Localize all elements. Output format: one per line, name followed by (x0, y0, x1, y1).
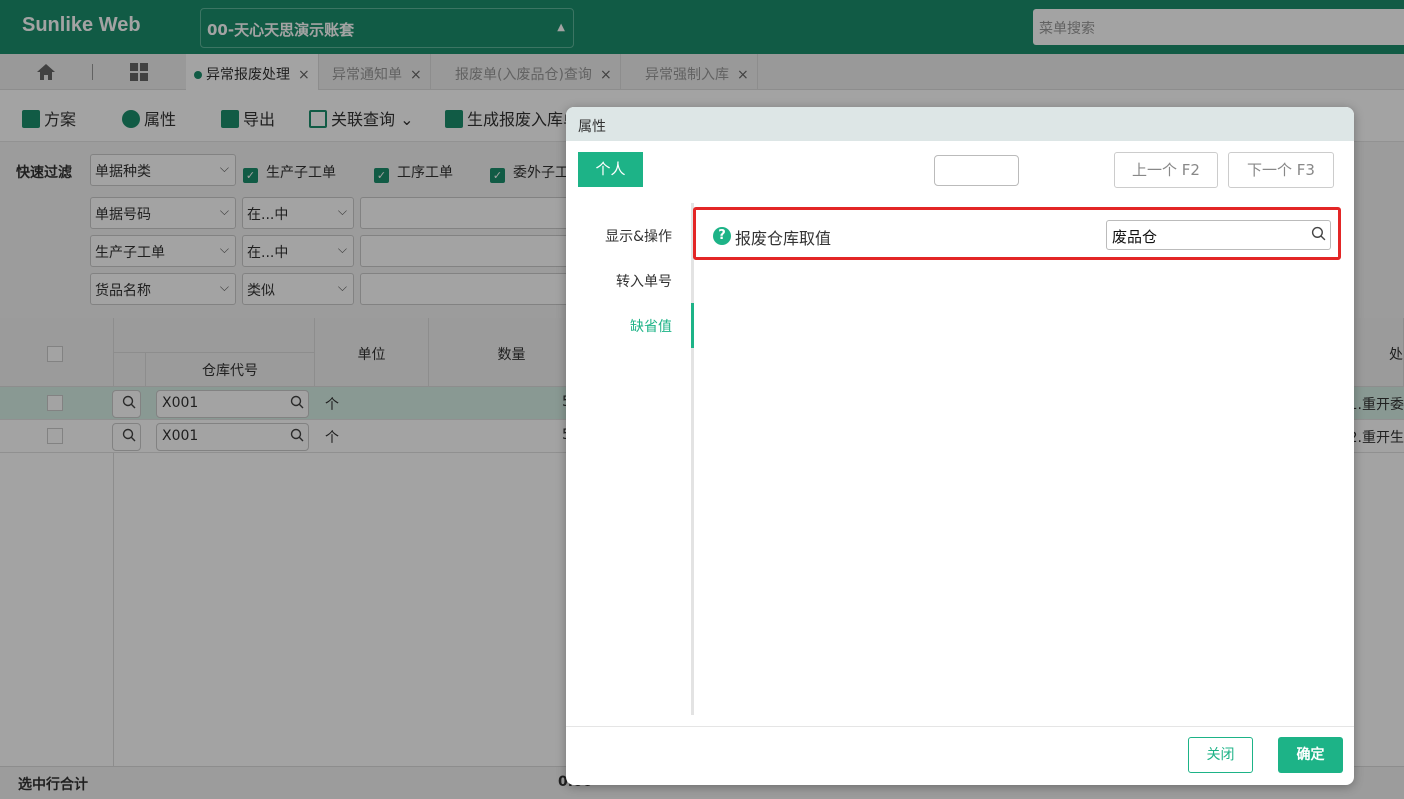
dialog-search-input[interactable] (934, 155, 1019, 186)
personal-button[interactable]: 个人 (578, 152, 643, 187)
help-icon[interactable]: ? (713, 227, 731, 245)
side-divider (691, 203, 694, 715)
side-item-default-value[interactable]: 缺省值 (630, 316, 672, 336)
confirm-button[interactable]: 确定 (1278, 737, 1343, 773)
close-button[interactable]: 关闭 (1188, 737, 1253, 773)
side-active-indicator (691, 303, 694, 348)
search-icon[interactable] (1311, 226, 1326, 245)
next-button[interactable]: 下一个 F3 (1228, 152, 1334, 188)
scrap-warehouse-label: 报废仓库取值 (735, 229, 832, 248)
dialog-title: 属性 (566, 107, 1354, 141)
scrap-warehouse-input[interactable]: 废品仓 (1106, 220, 1331, 250)
property-dialog: 属性 个人 上一个 F2 下一个 F3 显示&操作 转入单号 缺省值 ? 报废仓… (566, 107, 1354, 785)
prev-button[interactable]: 上一个 F2 (1114, 152, 1218, 188)
side-item-transfer-number[interactable]: 转入单号 (616, 271, 672, 291)
scrap-warehouse-value: 废品仓 (1112, 228, 1158, 246)
side-item-display-operation[interactable]: 显示&操作 (605, 226, 672, 246)
dialog-footer-divider (566, 726, 1354, 727)
